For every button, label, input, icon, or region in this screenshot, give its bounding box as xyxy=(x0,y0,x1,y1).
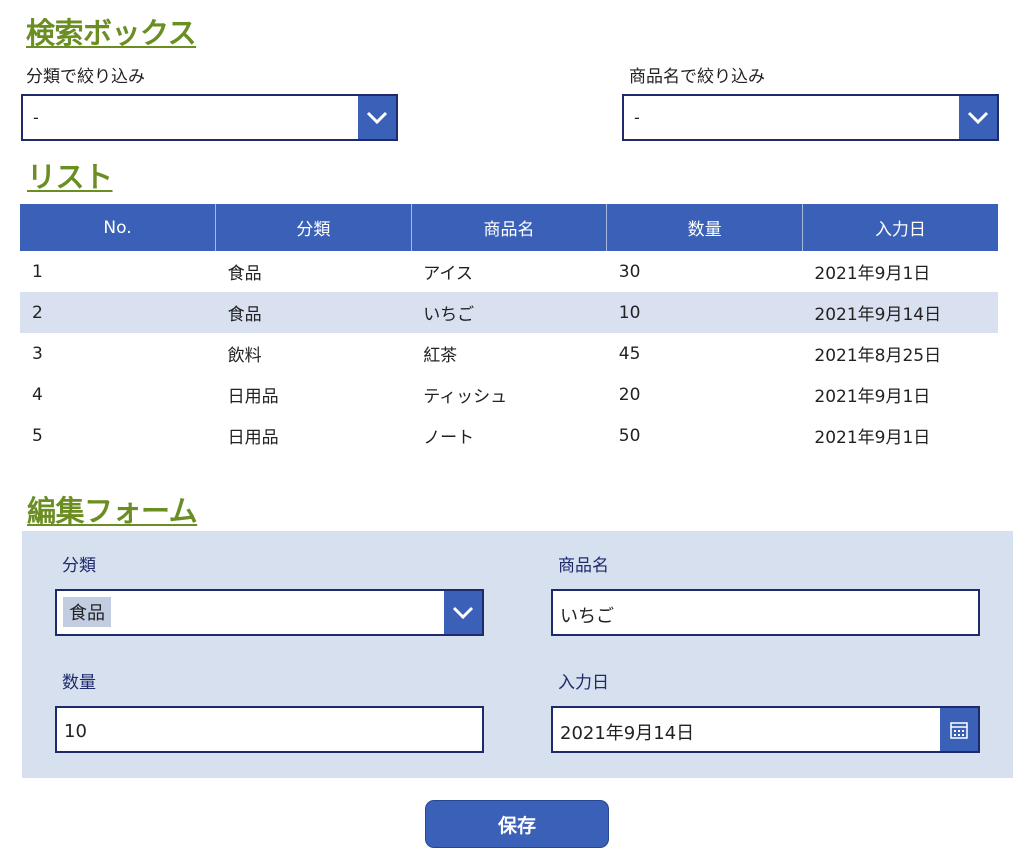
search-section-title: 検索ボックス xyxy=(26,16,197,50)
table-header-row: No. 分類 商品名 数量 入力日 xyxy=(20,204,998,251)
form-quantity-value: 10 xyxy=(64,721,87,742)
column-header-date[interactable]: 入力日 xyxy=(802,204,998,251)
cell-no: 5 xyxy=(32,425,43,446)
cell-category: 日用品 xyxy=(227,387,279,407)
cell-category: 食品 xyxy=(227,264,262,284)
form-quantity-label: 数量 xyxy=(62,673,96,693)
cell-product: 紅茶 xyxy=(423,346,458,366)
product-filter-chevron-down-icon[interactable] xyxy=(959,96,997,139)
table-row[interactable]: 5 日用品 ノート 50 2021年9月1日 xyxy=(20,415,998,456)
column-header-quantity[interactable]: 数量 xyxy=(606,204,803,251)
table-row-selected[interactable]: 2 食品 いちご 10 2021年9月14日 xyxy=(20,292,998,333)
save-button[interactable]: 保存 xyxy=(425,800,609,848)
category-filter-value: - xyxy=(33,108,39,127)
form-product-input[interactable]: いちご xyxy=(551,589,980,636)
cell-quantity: 10 xyxy=(606,292,803,333)
edit-form-panel: 分類 食品 商品名 いちご 数量 10 入力日 2021年9月14日 xyxy=(22,531,1013,778)
cell-category: 食品 xyxy=(215,292,412,333)
cell-no: 3 xyxy=(32,343,43,364)
cell-quantity: 45 xyxy=(618,343,641,364)
list-section-title: リスト xyxy=(27,160,113,194)
category-filter-label: 分類で絞り込み xyxy=(26,67,145,87)
column-header-no[interactable]: No. xyxy=(20,204,217,251)
product-table: No. 分類 商品名 数量 入力日 1 食品 アイス 30 2021年9月1日 … xyxy=(20,204,998,456)
cell-no: 4 xyxy=(32,384,43,405)
cell-product: ノート xyxy=(423,428,475,448)
cell-date: 2021年8月25日 xyxy=(814,346,942,366)
cell-no: 2 xyxy=(20,292,216,333)
cell-date: 2021年9月14日 xyxy=(802,292,998,333)
cell-product: いちご xyxy=(411,292,607,333)
product-filter-dropdown[interactable]: - xyxy=(622,94,999,141)
category-filter-dropdown[interactable]: - xyxy=(21,94,398,141)
cell-product: アイス xyxy=(423,264,473,284)
form-category-chevron-down-icon[interactable] xyxy=(444,591,482,634)
cell-category: 日用品 xyxy=(227,428,279,448)
product-filter-value: - xyxy=(634,108,640,127)
category-filter-chevron-down-icon[interactable] xyxy=(358,96,396,139)
cell-quantity: 30 xyxy=(618,261,641,282)
form-product-value: いちご xyxy=(560,606,614,627)
table-row[interactable]: 1 食品 アイス 30 2021年9月1日 xyxy=(20,251,998,292)
form-date-label: 入力日 xyxy=(558,673,609,693)
calendar-icon[interactable] xyxy=(940,708,978,751)
cell-product: ティッシュ xyxy=(423,387,508,407)
table-row[interactable]: 3 飲料 紅茶 45 2021年8月25日 xyxy=(20,333,998,374)
cell-quantity: 50 xyxy=(618,425,641,446)
cell-no: 1 xyxy=(32,261,43,282)
form-product-label: 商品名 xyxy=(558,556,609,576)
column-header-product[interactable]: 商品名 xyxy=(411,204,608,251)
form-quantity-input[interactable]: 10 xyxy=(55,706,484,753)
column-header-category[interactable]: 分類 xyxy=(215,204,412,251)
cell-date: 2021年9月1日 xyxy=(814,428,931,448)
form-section-title: 編集フォーム xyxy=(27,494,198,528)
product-filter-label: 商品名で絞り込み xyxy=(629,67,765,87)
form-date-picker[interactable]: 2021年9月14日 xyxy=(551,706,980,753)
cell-quantity: 20 xyxy=(618,384,641,405)
form-category-selected-chip: 食品 xyxy=(63,597,111,627)
cell-category: 飲料 xyxy=(227,346,262,366)
form-category-label: 分類 xyxy=(62,556,96,576)
table-row[interactable]: 4 日用品 ティッシュ 20 2021年9月1日 xyxy=(20,374,998,415)
form-category-dropdown[interactable]: 食品 xyxy=(55,589,484,636)
cell-date: 2021年9月1日 xyxy=(814,387,931,407)
cell-date: 2021年9月1日 xyxy=(814,264,931,284)
form-date-value: 2021年9月14日 xyxy=(560,723,695,744)
